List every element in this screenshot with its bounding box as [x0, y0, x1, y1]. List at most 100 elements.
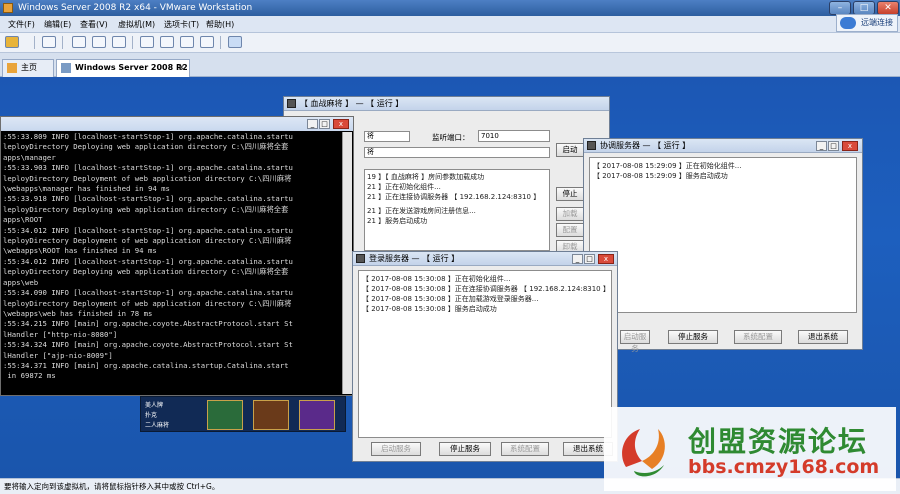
console-view-icon[interactable]	[228, 36, 242, 48]
console-line: :55:34.090 INFO [localhost-startStop-1] …	[3, 288, 293, 298]
stop-button[interactable]: 停止	[556, 187, 584, 201]
toolbar	[0, 33, 900, 53]
minimize-icon[interactable]: _	[307, 119, 318, 129]
remote-connect-button[interactable]: 远端连接	[836, 14, 898, 32]
console-line: :55:34.012 INFO [localhost-startStop-1] …	[3, 256, 293, 266]
app-icon	[287, 99, 296, 108]
close-icon[interactable]: x	[842, 141, 858, 151]
menu-vm[interactable]: 虚拟机(M)	[118, 18, 155, 31]
login-server-window: 登录服务器 — 【 运行 】 _ □ x 【 2017-08-08 15:30:…	[352, 251, 618, 462]
fullscreen-icon[interactable]	[180, 36, 194, 48]
port-field[interactable]: 7010	[478, 130, 550, 142]
tab-home[interactable]: 主页	[2, 59, 54, 77]
maximize-icon[interactable]: □	[584, 254, 595, 264]
console-line: :55:34.012 INFO [localhost-startStop-1] …	[3, 225, 293, 235]
toolbar-separator	[34, 36, 35, 49]
snapshot-manager-icon[interactable]	[112, 36, 126, 48]
stop-service-button[interactable]: 停止服务	[439, 442, 491, 456]
menu-edit[interactable]: 编辑(E)	[44, 18, 71, 31]
maximize-button[interactable]: □	[853, 1, 875, 15]
window-title: 登录服务器 — 【 运行 】	[369, 254, 460, 263]
toolbar-separator	[132, 36, 133, 49]
watermark-logo-icon	[622, 429, 665, 477]
game-item[interactable]: 美人牌	[145, 401, 169, 411]
console-line: lHandler ["ajp-nio-8009"]	[3, 350, 113, 360]
log-line: 19 】【 血战麻将 】房间参数加载成功	[367, 173, 485, 181]
log-line: 【 2017-08-08 15:30:08 】正在连接协调服务器 【 192.1…	[362, 285, 610, 293]
game-tile-icon[interactable]	[253, 400, 289, 430]
start-service-button[interactable]: 启动服务	[371, 442, 421, 456]
sidebar-toggle-icon[interactable]	[140, 36, 154, 48]
console-line: \webapps\web has finished in 78 ms	[3, 308, 153, 318]
log-line: 21 】正在发送游戏房间注册信息...	[367, 207, 476, 215]
minimize-button[interactable]: –	[829, 1, 851, 15]
send-ctrl-alt-del-icon[interactable]	[42, 36, 56, 48]
log-line: 【 2017-08-08 15:29:09 】正在初始化组件...	[593, 162, 742, 170]
close-icon[interactable]: x	[598, 254, 614, 264]
close-icon[interactable]: x	[333, 119, 349, 129]
menu-tabs[interactable]: 选项卡(T)	[164, 18, 199, 31]
system-config-button[interactable]: 系统配置	[501, 442, 549, 456]
game-list: 美人牌 扑克 二人麻将	[145, 401, 169, 431]
console-line: \webapps\manager has finished in 94 ms	[3, 184, 170, 194]
toolbar-separator	[62, 36, 63, 49]
console-output: :55:33.809 INFO [localhost-startStop-1] …	[3, 132, 351, 394]
start-button[interactable]: 启动	[556, 143, 584, 157]
close-button[interactable]: ✕	[877, 1, 899, 15]
cloud-icon	[840, 17, 856, 29]
menu-file[interactable]: 文件(F)	[8, 18, 35, 31]
log-line: 21 】正在初始化组件...	[367, 183, 441, 191]
revert-snapshot-icon[interactable]	[92, 36, 106, 48]
status-text: 要将输入定向到该虚拟机，请将鼠标指针移入其中或按 Ctrl+G。	[4, 482, 220, 491]
vm-icon	[61, 63, 71, 73]
stop-service-button[interactable]: 停止服务	[668, 330, 718, 344]
game-tile-icon[interactable]	[207, 400, 243, 430]
console-line: :55:33.903 INFO [localhost-startStop-1] …	[3, 163, 293, 173]
console-line: :55:33.809 INFO [localhost-startStop-1] …	[3, 132, 293, 141]
console-line: :55:34.324 INFO [main] org.apache.coyote…	[3, 340, 293, 350]
config-button[interactable]: 配置	[556, 223, 584, 237]
power-icon[interactable]	[5, 36, 19, 48]
window-titlebar: Windows Server 2008 R2 x64 - VMware Work…	[0, 0, 900, 16]
snapshot-icon[interactable]	[72, 36, 86, 48]
minimize-icon[interactable]: _	[572, 254, 583, 264]
tab-vm[interactable]: Windows Server 2008 R2 ... ×	[56, 59, 190, 88]
start-service-button[interactable]: 启动服务	[620, 330, 650, 353]
console-line: apps\web	[3, 277, 39, 287]
console-line: lHandler ["http-nio-8080"]	[3, 329, 118, 339]
system-config-button[interactable]: 系统配置	[734, 330, 782, 344]
watermark-url: bbs.cmzy168.com	[688, 456, 880, 478]
close-tab-icon[interactable]: ×	[177, 61, 185, 75]
console-scrollbar[interactable]	[342, 132, 352, 394]
room-name-field[interactable]: 将	[364, 131, 410, 142]
exit-system-button[interactable]: 退出系统	[798, 330, 848, 344]
window-caption: 登录服务器 — 【 运行 】 _ □ x	[353, 252, 617, 266]
vmware-icon	[3, 3, 13, 13]
log-line: 21 】正在连接协调服务器 【 192.168.2.124:8310 】	[367, 193, 541, 201]
coordinator-log: 【 2017-08-08 15:29:09 】正在初始化组件... 【 2017…	[589, 157, 857, 313]
tab-label: 主页	[21, 63, 37, 72]
game-item[interactable]: 二人麻将	[145, 421, 169, 431]
game-tile-icon[interactable]	[299, 400, 335, 430]
menu-bar: 文件(F) 编辑(E) 查看(V) 虚拟机(M) 选项卡(T) 帮助(H)	[0, 16, 900, 33]
remote-connect-label: 远端连接	[861, 18, 893, 27]
watermark-title: 创盟资源论坛	[688, 425, 869, 458]
menu-help[interactable]: 帮助(H)	[206, 18, 234, 31]
unity-icon[interactable]	[200, 36, 214, 48]
maximize-icon[interactable]: □	[828, 141, 839, 151]
console-line: :55:34.215 INFO [main] org.apache.coyote…	[3, 319, 293, 329]
game-item[interactable]: 扑克	[145, 411, 169, 421]
maximize-icon[interactable]: □	[319, 119, 330, 129]
console-line: leployDirectory Deployment of web applic…	[3, 298, 292, 308]
quick-switch-icon[interactable]	[160, 36, 174, 48]
load-button[interactable]: 加载	[556, 207, 584, 221]
log-line: 21 】服务启动成功	[367, 217, 428, 225]
server-name-field[interactable]: 将	[364, 147, 550, 158]
menu-view[interactable]: 查看(V)	[80, 18, 108, 31]
minimize-icon[interactable]: _	[816, 141, 827, 151]
log-line: 【 2017-08-08 15:29:09 】服务启动成功	[593, 172, 728, 180]
toolbar-separator	[220, 36, 221, 49]
tomcat-console-window: _ □ x :55:33.809 INFO [localhost-startSt…	[0, 116, 354, 396]
console-line: leployDirectory Deploying web applicatio…	[3, 204, 289, 214]
console-line: \webapps\ROOT has finished in 94 ms	[3, 246, 157, 256]
